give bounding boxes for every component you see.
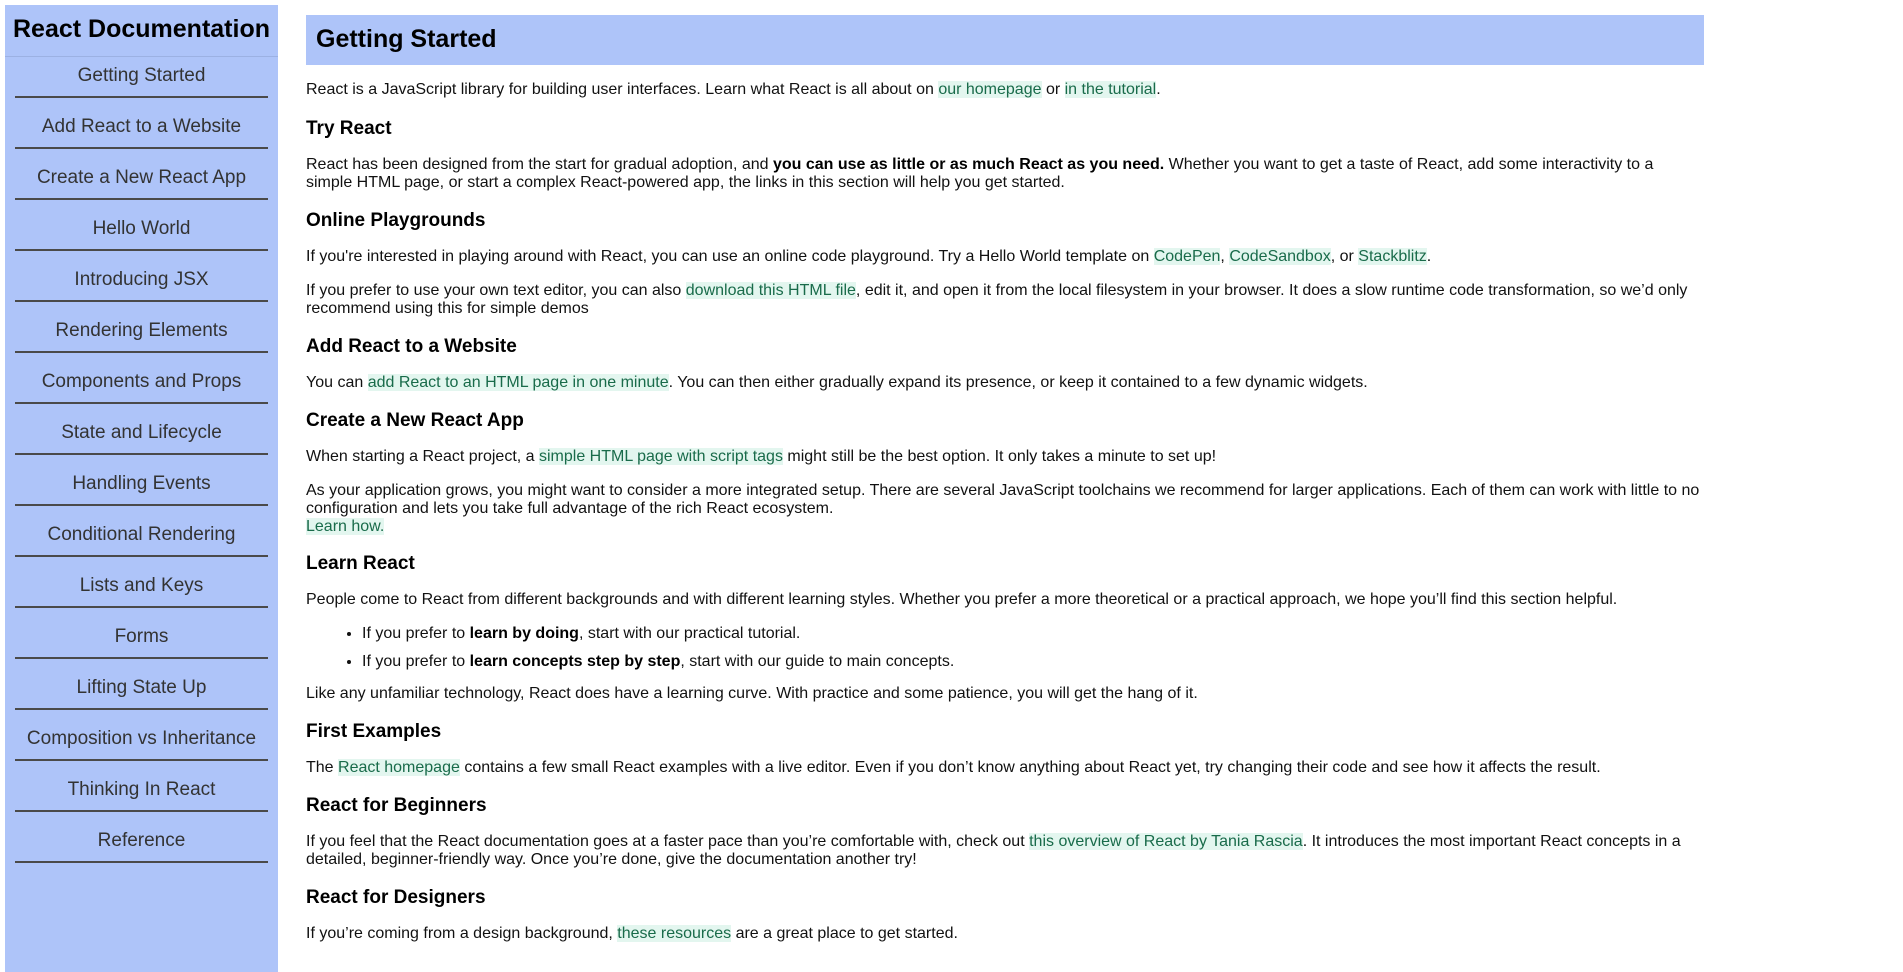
sidebar-item-forms[interactable]: Forms (15, 618, 268, 659)
react-homepage-link[interactable]: React homepage (338, 759, 460, 776)
sidebar-item-getting-started[interactable]: Getting Started (15, 57, 268, 98)
heading-online-playgrounds: Online Playgrounds (306, 210, 486, 231)
beginners-text: If you feel that the React documentation… (306, 833, 1030, 850)
newapp-paragraph-1: When starting a React project, a simple … (306, 448, 1704, 466)
these-resources-link[interactable]: these resources (617, 925, 732, 942)
heading-react-for-beginners: React for Beginners (306, 795, 487, 816)
bullet-bold-text: learn by doing (469, 625, 579, 642)
learn-paragraph-1: People come to React from different back… (306, 591, 1618, 608)
sidebar-item-reference[interactable]: Reference (15, 822, 268, 863)
intro-paragraph: React is a JavaScript library for buildi… (306, 81, 1704, 99)
playgrounds-text-2: If you prefer to use your own text edito… (306, 282, 686, 299)
designers-text-2: are a great place to get started. (731, 925, 958, 942)
main-content: Getting Started React is a JavaScript li… (306, 15, 1704, 943)
try-text: React has been designed from the start f… (306, 156, 773, 173)
designers-paragraph: If you’re coming from a design backgroun… (306, 925, 1704, 943)
list-item: If you prefer to learn concepts step by … (362, 653, 1704, 671)
sidebar-item-thinking-in-react[interactable]: Thinking In React (15, 771, 268, 812)
sidebar-item-components-and-props[interactable]: Components and Props (15, 363, 268, 404)
stackblitz-link[interactable]: Stackblitz (1358, 248, 1427, 265)
download-html-link[interactable]: download this HTML file (685, 282, 856, 299)
sidebar-item-create-a-new-react-app[interactable]: Create a New React App (15, 159, 268, 200)
sidebar-item-lifting-state-up[interactable]: Lifting State Up (15, 669, 268, 710)
heading-try-react: Try React (306, 118, 392, 139)
simple-html-page-link[interactable]: simple HTML page with script tags (539, 448, 783, 465)
sidebar-item-composition-vs-inheritance[interactable]: Composition vs Inheritance (15, 720, 268, 761)
sidebar-item-state-and-lifecycle[interactable]: State and Lifecycle (15, 414, 268, 455)
sidebar: React Documentation Getting Started Add … (5, 5, 278, 972)
intro-text: React is a JavaScript library for buildi… (306, 81, 939, 98)
page-title: Getting Started (306, 15, 1704, 65)
playgrounds-end: . (1426, 248, 1432, 265)
sidebar-title: React Documentation (5, 5, 278, 57)
tania-rascia-link[interactable]: this overview of React by Tania Rascia (1029, 833, 1303, 850)
website-paragraph: You can add React to an HTML page in one… (306, 374, 1704, 392)
playgrounds-text: If you're interested in playing around w… (306, 248, 1154, 265)
website-text: You can (306, 374, 368, 391)
list-item: If you prefer to learn by doing, start w… (362, 625, 1704, 643)
newapp-text-3: As your application grows, you might wan… (306, 482, 1700, 517)
website-text-2: . You can then either gradually expand i… (668, 374, 1368, 391)
playgrounds-sep-1: , (1220, 248, 1230, 265)
sidebar-item-handling-events[interactable]: Handling Events (15, 465, 268, 506)
heading-create-a-new-react-app: Create a New React App (306, 410, 524, 431)
try-paragraph: React has been designed from the start f… (306, 156, 1704, 192)
sidebar-item-conditional-rendering[interactable]: Conditional Rendering (15, 516, 268, 557)
newapp-text: When starting a React project, a (306, 448, 539, 465)
learn-paragraph-2: Like any unfamiliar technology, React do… (306, 685, 1198, 702)
heading-add-react-to-a-website: Add React to a Website (306, 336, 517, 357)
codesandbox-link[interactable]: CodeSandbox (1229, 248, 1331, 265)
intro-text-2: or (1041, 81, 1065, 98)
bullet-text-2: , start with our practical tutorial. (578, 625, 801, 642)
bullet-text: If you prefer to (362, 653, 470, 670)
sidebar-item-rendering-elements[interactable]: Rendering Elements (15, 312, 268, 353)
try-bold-text: you can use as little or as much React a… (772, 156, 1165, 173)
heading-react-for-designers: React for Designers (306, 887, 486, 908)
playgrounds-sep-2: , or (1330, 248, 1359, 265)
playgrounds-paragraph-1: If you're interested in playing around w… (306, 248, 1704, 266)
playgrounds-paragraph-2: If you prefer to use your own text edito… (306, 282, 1704, 318)
add-react-link[interactable]: add React to an HTML page in one minute (367, 374, 669, 391)
examples-paragraph: The React homepage contains a few small … (306, 759, 1704, 777)
heading-first-examples: First Examples (306, 721, 442, 742)
learn-how-link[interactable]: Learn how. (306, 518, 385, 535)
beginners-paragraph: If you feel that the React documentation… (306, 833, 1704, 869)
examples-text: The (306, 759, 339, 776)
sidebar-item-lists-and-keys[interactable]: Lists and Keys (15, 567, 268, 608)
sidebar-item-hello-world[interactable]: Hello World (15, 210, 268, 251)
tutorial-link[interactable]: in the tutorial (1064, 81, 1157, 98)
homepage-link[interactable]: our homepage (938, 81, 1042, 98)
designers-text: If you’re coming from a design backgroun… (306, 925, 618, 942)
intro-text-3: . (1156, 81, 1161, 98)
bullet-text-2: , start with our guide to main concepts. (680, 653, 955, 670)
newapp-text-2: might still be the best option. It only … (782, 448, 1217, 465)
heading-learn-react: Learn React (306, 553, 415, 574)
bullet-text: If you prefer to (362, 625, 470, 642)
examples-text-2: contains a few small React examples with… (459, 759, 1601, 776)
codepen-link[interactable]: CodePen (1153, 248, 1221, 265)
newapp-paragraph-2: As your application grows, you might wan… (306, 482, 1704, 536)
bullet-bold-text: learn concepts step by step (469, 653, 681, 670)
sidebar-item-add-react-to-a-website[interactable]: Add React to a Website (15, 108, 268, 149)
learn-list: If you prefer to learn by doing, start w… (306, 625, 1704, 671)
sidebar-item-introducing-jsx[interactable]: Introducing JSX (15, 261, 268, 302)
sidebar-nav: Getting Started Add React to a Website C… (5, 57, 278, 863)
